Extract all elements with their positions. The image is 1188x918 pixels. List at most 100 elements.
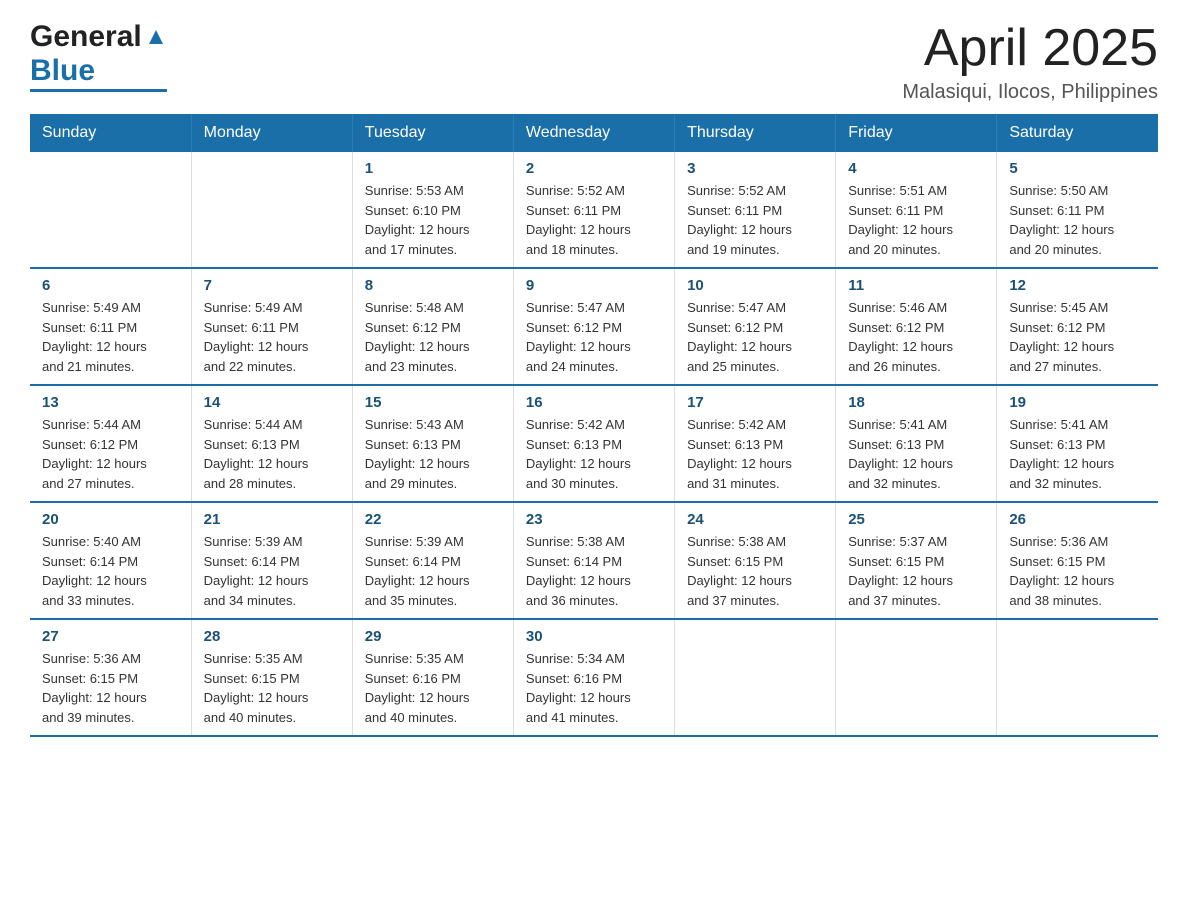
calendar-cell: 13Sunrise: 5:44 AM Sunset: 6:12 PM Dayli…	[30, 385, 191, 502]
day-number: 8	[365, 277, 501, 294]
day-info: Sunrise: 5:49 AM Sunset: 6:11 PM Dayligh…	[204, 298, 340, 376]
calendar-cell: 17 Sunrise: 5:42 AM Sunset: 6:13 PM Dayli…	[675, 385, 836, 502]
col-saturday: Saturday	[997, 114, 1158, 152]
day-info: Sunrise: 5:41 AM Sunset: 6:13 PM Dayligh…	[1009, 415, 1146, 493]
day-info: Sunrise: 5:42 AM Sunset: 6:13 PM Dayligh…	[687, 415, 823, 493]
col-monday: Monday	[191, 114, 352, 152]
calendar-cell	[836, 619, 997, 736]
day-info: Sunrise: 5:35 AM Sunset: 6:16 PM Dayligh…	[365, 649, 501, 727]
calendar-cell: 6 Sunrise: 5:49 AM Sunset: 6:11 PM Daylig…	[30, 268, 191, 385]
calendar-body: 1 Sunrise: 5:53 AM Sunset: 6:10 PM Daylig…	[30, 152, 1158, 736]
calendar-header: Sunday Monday Tuesday Wednesday Thursday…	[30, 114, 1158, 152]
logo-general: General	[30, 20, 142, 54]
calendar-cell: 25Sunrise: 5:37 AM Sunset: 6:15 PM Dayli…	[836, 502, 997, 619]
day-number: 24	[687, 511, 823, 528]
calendar-title: April 2025	[902, 20, 1158, 77]
calendar-cell: 5Sunrise: 5:50 AM Sunset: 6:11 PM Daylig…	[997, 152, 1158, 268]
day-info: Sunrise: 5:52 AM Sunset: 6:11 PM Dayligh…	[526, 181, 662, 259]
calendar-cell: 12 Sunrise: 5:45 AM Sunset: 6:12 PM Dayli…	[997, 268, 1158, 385]
calendar-cell: 1 Sunrise: 5:53 AM Sunset: 6:10 PM Daylig…	[352, 152, 513, 268]
calendar-cell: 16 Sunrise: 5:42 AM Sunset: 6:13 PM Dayli…	[513, 385, 674, 502]
day-number: 17	[687, 394, 823, 411]
day-number: 26	[1009, 511, 1146, 528]
calendar-cell: 2 Sunrise: 5:52 AM Sunset: 6:11 PM Daylig…	[513, 152, 674, 268]
day-info: Sunrise: 5:38 AM Sunset: 6:14 PM Dayligh…	[526, 532, 662, 610]
calendar-cell: 30Sunrise: 5:34 AM Sunset: 6:16 PM Dayli…	[513, 619, 674, 736]
day-info: Sunrise: 5:42 AM Sunset: 6:13 PM Dayligh…	[526, 415, 662, 493]
calendar-table: Sunday Monday Tuesday Wednesday Thursday…	[30, 114, 1158, 737]
day-number: 28	[204, 628, 340, 645]
day-info: Sunrise: 5:46 AM Sunset: 6:12 PM Dayligh…	[848, 298, 984, 376]
day-number: 25	[848, 511, 984, 528]
calendar-cell: 24 Sunrise: 5:38 AM Sunset: 6:15 PM Dayli…	[675, 502, 836, 619]
calendar-cell: 8 Sunrise: 5:48 AM Sunset: 6:12 PM Daylig…	[352, 268, 513, 385]
day-number: 5	[1009, 160, 1146, 177]
day-info: Sunrise: 5:36 AM Sunset: 6:15 PM Dayligh…	[1009, 532, 1146, 610]
logo: General Blue	[30, 20, 167, 92]
day-info: Sunrise: 5:39 AM Sunset: 6:14 PM Dayligh…	[204, 532, 340, 610]
day-info: Sunrise: 5:45 AM Sunset: 6:12 PM Dayligh…	[1009, 298, 1146, 376]
day-info: Sunrise: 5:36 AM Sunset: 6:15 PM Dayligh…	[42, 649, 179, 727]
day-info: Sunrise: 5:38 AM Sunset: 6:15 PM Dayligh…	[687, 532, 823, 610]
calendar-cell	[30, 152, 191, 268]
calendar-cell: 11 Sunrise: 5:46 AM Sunset: 6:12 PM Dayli…	[836, 268, 997, 385]
day-info: Sunrise: 5:52 AM Sunset: 6:11 PM Dayligh…	[687, 181, 823, 259]
page-header: General Blue April 2025 Malasiqui, Iloco…	[30, 20, 1158, 104]
day-number: 7	[204, 277, 340, 294]
calendar-cell: 19 Sunrise: 5:41 AM Sunset: 6:13 PM Dayli…	[997, 385, 1158, 502]
day-number: 6	[42, 277, 179, 294]
calendar-cell	[191, 152, 352, 268]
title-block: April 2025 Malasiqui, Ilocos, Philippine…	[902, 20, 1158, 104]
calendar-week-2: 6 Sunrise: 5:49 AM Sunset: 6:11 PM Daylig…	[30, 268, 1158, 385]
day-number: 21	[204, 511, 340, 528]
calendar-cell: 10Sunrise: 5:47 AM Sunset: 6:12 PM Dayli…	[675, 268, 836, 385]
day-number: 12	[1009, 277, 1146, 294]
calendar-cell: 27Sunrise: 5:36 AM Sunset: 6:15 PM Dayli…	[30, 619, 191, 736]
header-row: Sunday Monday Tuesday Wednesday Thursday…	[30, 114, 1158, 152]
calendar-cell: 7 Sunrise: 5:49 AM Sunset: 6:11 PM Daylig…	[191, 268, 352, 385]
calendar-cell	[675, 619, 836, 736]
day-info: Sunrise: 5:53 AM Sunset: 6:10 PM Dayligh…	[365, 181, 501, 259]
day-number: 11	[848, 277, 984, 294]
logo-underline	[30, 89, 167, 92]
day-info: Sunrise: 5:44 AM Sunset: 6:12 PM Dayligh…	[42, 415, 179, 493]
day-info: Sunrise: 5:47 AM Sunset: 6:12 PM Dayligh…	[526, 298, 662, 376]
calendar-week-4: 20Sunrise: 5:40 AM Sunset: 6:14 PM Dayli…	[30, 502, 1158, 619]
day-info: Sunrise: 5:49 AM Sunset: 6:11 PM Dayligh…	[42, 298, 179, 376]
day-number: 2	[526, 160, 662, 177]
day-number: 10	[687, 277, 823, 294]
day-number: 3	[687, 160, 823, 177]
col-friday: Friday	[836, 114, 997, 152]
calendar-cell: 21 Sunrise: 5:39 AM Sunset: 6:14 PM Dayli…	[191, 502, 352, 619]
calendar-cell: 9Sunrise: 5:47 AM Sunset: 6:12 PM Daylig…	[513, 268, 674, 385]
day-number: 19	[1009, 394, 1146, 411]
calendar-cell: 29 Sunrise: 5:35 AM Sunset: 6:16 PM Dayli…	[352, 619, 513, 736]
day-number: 29	[365, 628, 501, 645]
calendar-week-3: 13Sunrise: 5:44 AM Sunset: 6:12 PM Dayli…	[30, 385, 1158, 502]
calendar-cell	[997, 619, 1158, 736]
day-info: Sunrise: 5:34 AM Sunset: 6:16 PM Dayligh…	[526, 649, 662, 727]
calendar-cell: 15 Sunrise: 5:43 AM Sunset: 6:13 PM Dayli…	[352, 385, 513, 502]
calendar-cell: 3 Sunrise: 5:52 AM Sunset: 6:11 PM Daylig…	[675, 152, 836, 268]
day-number: 16	[526, 394, 662, 411]
calendar-cell: 14Sunrise: 5:44 AM Sunset: 6:13 PM Dayli…	[191, 385, 352, 502]
day-number: 20	[42, 511, 179, 528]
calendar-cell: 23Sunrise: 5:38 AM Sunset: 6:14 PM Dayli…	[513, 502, 674, 619]
col-thursday: Thursday	[675, 114, 836, 152]
calendar-cell: 22 Sunrise: 5:39 AM Sunset: 6:14 PM Dayli…	[352, 502, 513, 619]
day-info: Sunrise: 5:39 AM Sunset: 6:14 PM Dayligh…	[365, 532, 501, 610]
day-info: Sunrise: 5:43 AM Sunset: 6:13 PM Dayligh…	[365, 415, 501, 493]
logo-triangle-icon	[145, 26, 167, 48]
day-number: 15	[365, 394, 501, 411]
day-info: Sunrise: 5:48 AM Sunset: 6:12 PM Dayligh…	[365, 298, 501, 376]
calendar-cell: 18Sunrise: 5:41 AM Sunset: 6:13 PM Dayli…	[836, 385, 997, 502]
calendar-cell: 20Sunrise: 5:40 AM Sunset: 6:14 PM Dayli…	[30, 502, 191, 619]
calendar-week-1: 1 Sunrise: 5:53 AM Sunset: 6:10 PM Daylig…	[30, 152, 1158, 268]
day-info: Sunrise: 5:35 AM Sunset: 6:15 PM Dayligh…	[204, 649, 340, 727]
calendar-cell: 28 Sunrise: 5:35 AM Sunset: 6:15 PM Dayli…	[191, 619, 352, 736]
day-number: 1	[365, 160, 501, 177]
col-sunday: Sunday	[30, 114, 191, 152]
logo-blue: Blue	[30, 54, 95, 88]
day-number: 22	[365, 511, 501, 528]
day-info: Sunrise: 5:44 AM Sunset: 6:13 PM Dayligh…	[204, 415, 340, 493]
